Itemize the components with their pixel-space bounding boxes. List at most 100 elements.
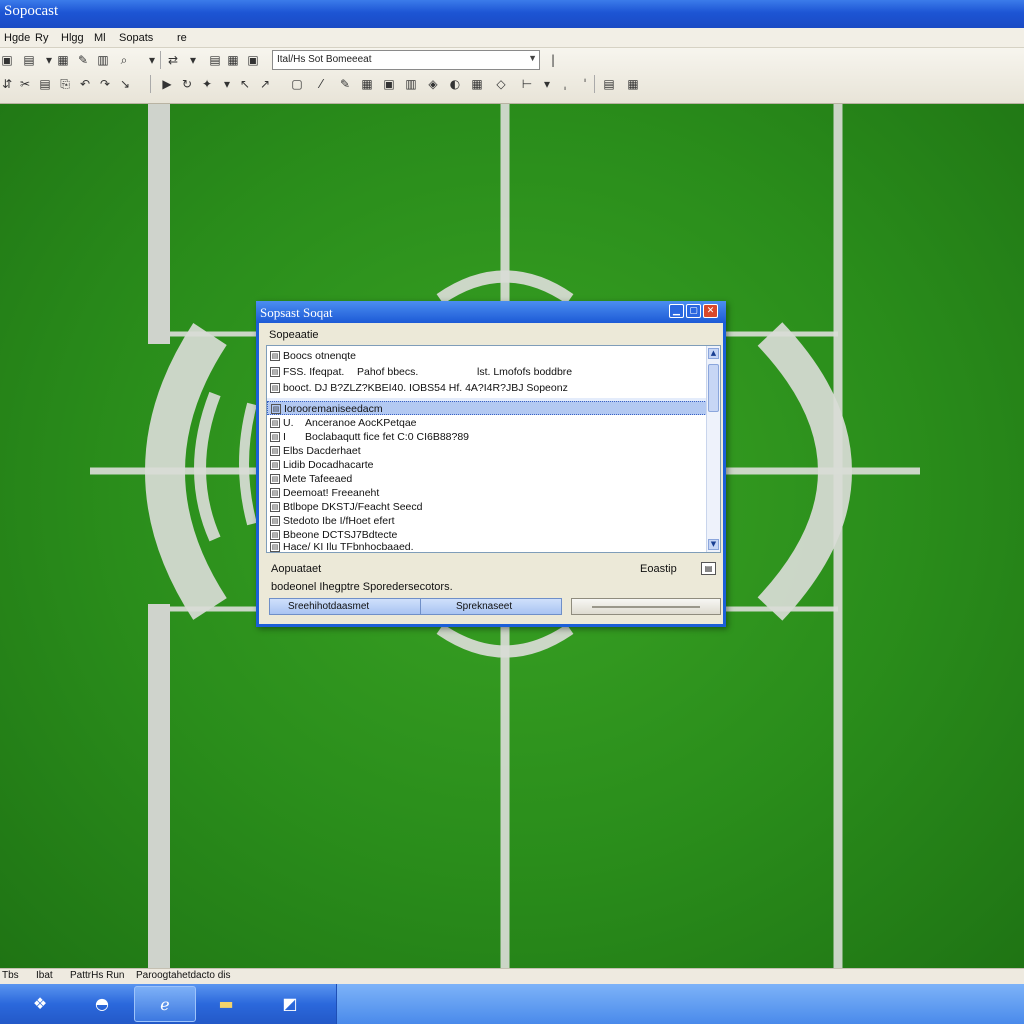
format-icon[interactable]: ▤ [208, 53, 222, 67]
tick-icon[interactable]: ˈ [578, 77, 592, 91]
list-item[interactable]: ▤ Elbs Dacderhaet [267, 444, 707, 458]
redo-icon[interactable]: ↷ [98, 77, 112, 91]
list-item[interactable]: ▤ Stedoto Ibe I/fHoet efert [267, 514, 707, 528]
undo-icon[interactable]: ↶ [78, 77, 92, 91]
toolbar-separator [160, 51, 161, 69]
internet-explorer-icon: ℯ [160, 995, 170, 1014]
tools-icon[interactable]: ✦ [200, 77, 214, 91]
list-item[interactable]: ▤ Boocs otnenqte [267, 349, 707, 363]
progress-divider [420, 599, 421, 614]
properties-icon[interactable]: ▥ [96, 53, 110, 67]
tick-icon[interactable]: ˌ [558, 77, 572, 91]
image-icon[interactable]: ▦ [360, 77, 374, 91]
taskbar-start-button[interactable]: ❖ [10, 986, 72, 1022]
grid-icon[interactable]: ▦ [626, 77, 640, 91]
chart-icon[interactable]: ▥ [404, 77, 418, 91]
menu-item-4[interactable]: Ml [94, 32, 106, 44]
list-item[interactable]: ▤ booct. DJ B?ZLZ?KBEI40. IOBS54 Hf. 4A?… [267, 381, 707, 395]
save-icon[interactable]: ▤ [22, 53, 36, 67]
list-item[interactable]: ▤ Mete Tafeeaed [267, 472, 707, 486]
list-item-icon: ▤ [270, 516, 280, 526]
list-item[interactable]: ▤ FSS. Ifeqpat. Pahof bbecs. lst. Lmofof… [267, 365, 707, 379]
menu-item-1[interactable]: Hgde [4, 32, 30, 44]
chevron-down-icon[interactable]: ▼ [528, 53, 537, 63]
scroll-down-icon[interactable]: ▼ [708, 539, 719, 550]
bar-icon[interactable]: | [546, 53, 560, 67]
close-icon[interactable]: ✕ [703, 304, 718, 318]
list-item[interactable]: ▤ Lidib Docadhacarte [267, 458, 707, 472]
list-item-icon: ▤ [270, 502, 280, 512]
taskbar-button[interactable]: ▬ [196, 986, 258, 1022]
frame-icon[interactable]: ▣ [382, 77, 396, 91]
minimize-icon[interactable]: ▁ [669, 304, 684, 318]
link-icon[interactable]: ⇄ [166, 53, 180, 67]
toolbar: ▣ ▤ ▾ ▦ ✎ ▥ ⌕ ▾ ⇄ ▾ ▤ ▦ ▣ Ital/Hs Sot Bo… [0, 48, 1024, 104]
arrow-down-icon[interactable]: ▾ [540, 77, 554, 91]
search-icon[interactable]: ⌕ [117, 53, 131, 67]
scroll-up-icon[interactable]: ▲ [708, 348, 719, 359]
document-icon[interactable]: ▢ [290, 77, 304, 91]
list-item-icon: ▤ [270, 474, 280, 484]
list-item-icon: ▤ [270, 530, 280, 540]
dialog-action-button[interactable] [571, 598, 721, 615]
menu-item-3[interactable]: Hlgg [61, 32, 84, 44]
taskbar: ❖ ◓ ℯ ▬ ◩ [0, 984, 1024, 1024]
list-item[interactable]: ▤ U. Anceranoe AocKPetqae [267, 416, 707, 430]
channel-list[interactable]: ▤ Boocs otnenqte ▤ FSS. Ifeqpat. Pahof b… [266, 345, 721, 553]
node-icon[interactable]: ◇ [494, 77, 508, 91]
list-item-icon: ▤ [271, 404, 281, 414]
window-title: Sopocast [4, 3, 59, 19]
option-icon[interactable]: ▤ [701, 562, 716, 575]
list-item-selected[interactable]: ▤ Iorooremaniseedacm [267, 401, 707, 415]
copy-icon[interactable]: ▤ [38, 77, 52, 91]
pointer-icon[interactable]: ↖ [238, 77, 252, 91]
arrow-icon[interactable]: ▾ [145, 53, 159, 67]
taskbar-button-active[interactable]: ℯ [134, 986, 196, 1022]
dialog-subtitle: Sopeaatie [269, 329, 319, 341]
cut-icon[interactable]: ✂ [18, 77, 32, 91]
arrow-icon[interactable]: ↘ [118, 77, 132, 91]
window-title-bar[interactable]: Sopocast [0, 0, 1024, 28]
open-icon[interactable]: ▣ [0, 53, 14, 67]
play-icon[interactable]: ▶ [160, 77, 174, 91]
progress-bar[interactable]: Sreehihotdaasmet Spreknaseet [269, 598, 562, 615]
list-item-icon: ▤ [270, 432, 280, 442]
menu-item-5[interactable]: Sopats [119, 32, 153, 44]
grid-icon[interactable]: ▦ [56, 53, 70, 67]
brush-icon[interactable]: ✎ [338, 77, 352, 91]
list-item-icon: ▤ [270, 446, 280, 456]
grid-icon[interactable]: ▦ [226, 53, 240, 67]
list-scrollbar[interactable]: ▲ ▼ [706, 346, 720, 552]
maximize-icon[interactable]: ▢ [686, 304, 701, 318]
taskbar-button[interactable]: ◓ [72, 986, 134, 1022]
layout-icon[interactable]: ▣ [246, 53, 260, 67]
arrow-down-icon[interactable]: ▾ [186, 53, 200, 67]
list-item[interactable]: ▤ Hace/ KI Ilu TFbnhocbaaed. [267, 540, 707, 552]
scrollbar-thumb[interactable] [708, 364, 719, 412]
shape-icon[interactable]: ◈ [426, 77, 440, 91]
grid-icon[interactable]: ▦ [470, 77, 484, 91]
slash-icon[interactable]: ⁄ [314, 77, 328, 91]
tool-icon[interactable]: ⇵ [0, 77, 14, 91]
status-item: Tbs [2, 970, 19, 981]
copy-icon[interactable]: ▤ [602, 77, 616, 91]
list-item[interactable]: ▤ Btlbope DKSTJ/Feacht Seecd [267, 500, 707, 514]
address-text: Ital/Hs Sot Bomeeeat [277, 54, 372, 65]
dialog-title-bar[interactable]: Sopsast Soqat ▁ ▢ ✕ [256, 301, 726, 323]
pen-icon[interactable]: ✎ [76, 53, 90, 67]
taskbar-button[interactable]: ◩ [260, 986, 322, 1022]
menu-item-6[interactable]: re [177, 32, 187, 44]
pointer-icon[interactable]: ↗ [258, 77, 272, 91]
refresh-icon[interactable]: ↻ [180, 77, 194, 91]
dash-icon[interactable]: ⊢ [520, 77, 534, 91]
marker-icon[interactable]: ◐ [448, 77, 462, 91]
menu-item-2[interactable]: Ry [35, 32, 48, 44]
address-field[interactable]: Ital/Hs Sot Bomeeeat ▼ [272, 50, 540, 70]
list-item[interactable]: ▤ I Boclabaqutt fice fet C:0 CI6B88?89 [267, 430, 707, 444]
dropdown-icon[interactable]: ▾ [42, 53, 56, 67]
paste-icon[interactable]: ⎘ [58, 77, 72, 91]
list-item[interactable]: ▤ Deemoat! Freeaneht [267, 486, 707, 500]
button-label-placeholder [592, 606, 700, 608]
arrow-down-icon[interactable]: ▾ [220, 77, 234, 91]
list-item-icon: ▤ [270, 542, 280, 552]
